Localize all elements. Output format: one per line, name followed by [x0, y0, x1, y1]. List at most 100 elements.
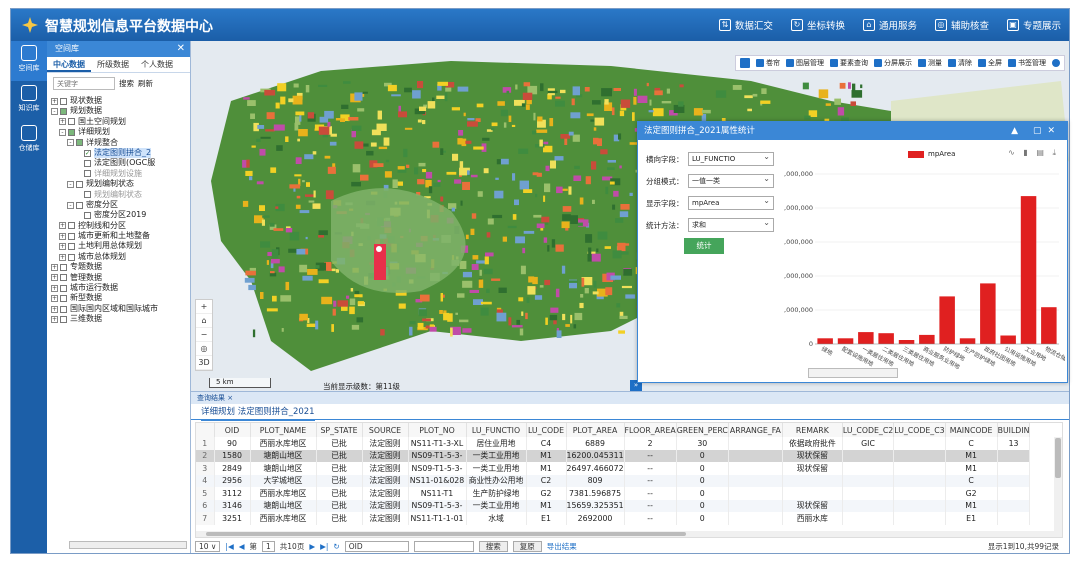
reset-button[interactable]: 复原	[512, 540, 542, 552]
next-page-icon[interactable]: ▶	[309, 542, 315, 551]
column-header[interactable]: MAINCODE	[945, 423, 998, 437]
info-icon[interactable]	[1052, 59, 1060, 67]
column-header[interactable]	[196, 423, 215, 437]
tree-node[interactable]: 详细规划设施	[51, 169, 190, 179]
column-header[interactable]: LU_CODE	[526, 423, 567, 437]
form-select[interactable]: LU_FUNCTIO	[688, 151, 774, 166]
tree-node[interactable]: 密度分区2019	[51, 210, 190, 220]
table-row[interactable]: 3 2849 塘朗山地区 已批 法定图则 NS09-T1-5-3- 一类工业用地 M1 2649…	[196, 462, 1031, 475]
tree-node[interactable]: + 城市更新和土地整备	[51, 231, 190, 241]
tree-checkbox[interactable]	[84, 211, 91, 219]
tree-checkbox[interactable]	[68, 243, 75, 251]
tree-checkbox[interactable]	[68, 128, 75, 136]
expand-icon[interactable]: +	[59, 253, 66, 261]
tree-checkbox[interactable]	[60, 274, 67, 282]
tree-node[interactable]: + 管理数据	[51, 273, 190, 283]
column-header[interactable]: PLOT_NO	[408, 423, 467, 437]
collapse-icon[interactable]: -	[67, 201, 74, 209]
form-select[interactable]: mpArea	[688, 195, 774, 210]
window-controls[interactable]: ▲ ▢✕	[1011, 122, 1061, 140]
bar[interactable]	[980, 283, 996, 344]
expand-icon[interactable]: +	[51, 97, 58, 105]
export-results-link[interactable]: 导出结果	[547, 541, 577, 552]
left-nav-item-1[interactable]: 知识库	[11, 81, 47, 121]
expand-icon[interactable]: +	[51, 295, 58, 303]
tree-checkbox[interactable]	[60, 108, 67, 116]
tree-node[interactable]: 法定图则(OGC服	[51, 158, 190, 168]
bar[interactable]	[939, 296, 955, 344]
vertical-scrollbar[interactable]	[1054, 437, 1062, 537]
expand-icon[interactable]: +	[59, 118, 66, 126]
tree-node[interactable]: + 新型数据	[51, 293, 190, 303]
column-header[interactable]: GREEN_PERC	[676, 423, 729, 437]
tree-node[interactable]: + 城市运行数据	[51, 283, 190, 293]
dialog-scrollbar[interactable]	[808, 368, 898, 378]
column-header[interactable]: SP_STATE	[316, 423, 363, 437]
table-row[interactable]: 5 3112 西丽水库地区 已批 法定图则 NS11-T1 生产防护绿地 G2 7381.596…	[196, 487, 1031, 500]
tree-node[interactable]: + 三维数据	[51, 314, 190, 324]
tab-0[interactable]: 中心数据	[47, 57, 91, 72]
bar[interactable]	[898, 340, 915, 344]
first-page-icon[interactable]: |◀	[225, 542, 233, 551]
last-page-icon[interactable]: ▶|	[320, 542, 328, 551]
bar[interactable]	[1041, 307, 1057, 344]
left-nav-item-0[interactable]: 空间库	[11, 41, 47, 81]
toolbar-item-3[interactable]: 分屏展示	[874, 58, 912, 68]
bar[interactable]	[858, 332, 874, 344]
close-icon[interactable]: ✕	[177, 41, 185, 57]
tree-checkbox[interactable]	[60, 263, 67, 271]
tree-checkbox[interactable]	[84, 191, 91, 199]
top-nav-item-2[interactable]: ⌂ 通用服务	[862, 18, 917, 32]
expand-icon[interactable]: +	[59, 243, 66, 251]
tree-node[interactable]: 规划编制状态	[51, 190, 190, 200]
table-row[interactable]: 2 1580 塘朗山地区 已批 法定图则 NS09-T1-5-3- 一类工业用地 M1 1620…	[196, 449, 1031, 462]
filter-input[interactable]	[413, 540, 474, 552]
tree-node[interactable]: - 密度分区	[51, 200, 190, 210]
tree-checkbox[interactable]	[68, 118, 75, 126]
tree-checkbox[interactable]	[60, 315, 67, 323]
table-row[interactable]: 6 3146 塘朗山地区 已批 法定图则 NS09-T1-5-3- 一类工业用地 M1 1565…	[196, 499, 1031, 512]
tree-node[interactable]: + 控制线和分区	[51, 221, 190, 231]
panel-scrollbar[interactable]	[69, 541, 187, 549]
statistics-button[interactable]: 统计	[684, 238, 724, 254]
tree-node[interactable]: - 详细规划	[51, 127, 190, 137]
tree-node[interactable]: ✓ 法定图则拼合_2	[51, 147, 190, 159]
tree-checkbox[interactable]	[60, 305, 67, 313]
bar[interactable]	[919, 334, 935, 344]
bar[interactable]	[817, 338, 833, 344]
page-size-select[interactable]: 10 ∨	[195, 540, 221, 552]
toolbar-item-2[interactable]: 要素查询	[830, 58, 868, 68]
column-header[interactable]: LU_FUNCTIO	[466, 423, 527, 437]
column-header[interactable]: LU_CODE_C2	[842, 423, 895, 437]
search-button[interactable]: 搜索	[119, 78, 134, 89]
bar[interactable]	[878, 333, 894, 344]
tree-checkbox[interactable]	[60, 284, 67, 292]
tree-checkbox[interactable]	[76, 201, 83, 209]
tree-node[interactable]: + 国土空间规划	[51, 117, 190, 127]
toolbar-item-1[interactable]: 图层管理	[786, 58, 824, 68]
column-header[interactable]: OID	[214, 423, 251, 437]
top-nav-item-3[interactable]: ◎ 辅助核查	[934, 18, 989, 32]
tree-checkbox[interactable]	[76, 180, 83, 188]
map-control-4[interactable]: 3D	[196, 356, 212, 370]
tree-checkbox[interactable]	[68, 232, 75, 240]
tree-checkbox[interactable]	[68, 222, 75, 230]
expand-toolbar-icon[interactable]	[740, 58, 750, 68]
expand-icon[interactable]: +	[51, 284, 58, 292]
field-select[interactable]: OID	[344, 540, 409, 552]
column-header[interactable]: FLOOR_AREA	[624, 423, 677, 437]
form-select[interactable]: 一值一类	[688, 173, 774, 188]
page-input[interactable]: 1	[262, 540, 275, 552]
expand-icon[interactable]: +	[51, 263, 58, 271]
map-control-2[interactable]: −	[196, 328, 212, 342]
tree-checkbox[interactable]	[60, 97, 67, 105]
tree-node[interactable]: + 国际国内区域和国际城市	[51, 304, 190, 314]
tree-checkbox[interactable]	[84, 160, 91, 168]
bar[interactable]	[1000, 335, 1016, 345]
column-header[interactable]: REMARK	[782, 423, 843, 437]
horizontal-scrollbar[interactable]	[196, 531, 1056, 537]
tree-node[interactable]: - 规划编制状态	[51, 179, 190, 189]
prev-page-icon[interactable]: ◀	[239, 542, 245, 551]
column-header[interactable]: LU_CODE_C3	[893, 423, 946, 437]
expand-icon[interactable]: +	[59, 232, 66, 240]
